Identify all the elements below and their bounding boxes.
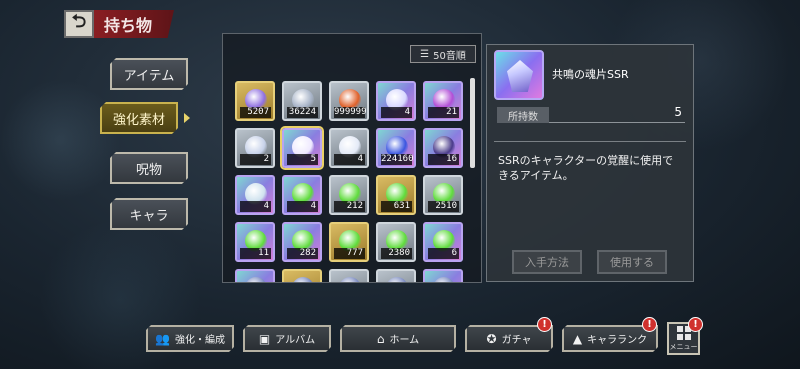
nav-home[interactable]: ⌂ ホーム (340, 325, 456, 352)
sort-button[interactable]: ☰ 50音順 (410, 45, 476, 63)
rank-notification-badge: ! (642, 317, 657, 332)
owned-underline (549, 122, 685, 123)
item-slot[interactable] (282, 269, 322, 282)
nav-label: ガチャ (501, 335, 532, 346)
rank-icon: ▲ (572, 331, 583, 346)
item-count: 11 (240, 248, 271, 259)
team-icon: 👥 (155, 331, 170, 346)
item-grid: 5207362249999994212542241602416442126312… (232, 78, 470, 282)
item-slot[interactable] (235, 269, 275, 282)
item-slot[interactable]: 4 (235, 175, 275, 215)
item-count: 212 (334, 201, 365, 212)
item-icon (433, 277, 455, 282)
item-slot[interactable]: 4 (329, 128, 369, 168)
item-slot[interactable]: 6 (423, 222, 463, 262)
nav-label: ホーム (389, 335, 420, 346)
active-tab-arrow-icon (184, 113, 190, 123)
item-count: 631 (381, 201, 412, 212)
item-slot[interactable] (423, 269, 463, 282)
item-slot[interactable]: 5 (280, 126, 324, 170)
item-count: 22416024 (381, 154, 414, 165)
item-slot[interactable]: 21 (423, 81, 463, 121)
item-count: 4 (334, 154, 365, 165)
item-count: 2380 (381, 248, 412, 259)
item-icon (386, 277, 408, 282)
sort-icon: ☰ (420, 48, 430, 60)
back-button[interactable]: ⮌ (64, 10, 94, 38)
detail-item-name: 共鳴の魂片SSR (552, 68, 629, 81)
obtain-method-button[interactable]: 入手方法 (512, 250, 582, 274)
item-count: 777 (334, 248, 365, 259)
item-count: 4 (287, 201, 318, 212)
item-slot[interactable]: 777 (329, 222, 369, 262)
item-count: 5 (287, 154, 318, 165)
item-count: 6 (428, 248, 459, 259)
item-slot[interactable]: 2380 (376, 222, 416, 262)
tab-enhance-materials[interactable]: 強化素材 (100, 102, 178, 134)
detail-description: SSRのキャラクターの覚醒に使用できるアイテム。 (498, 154, 674, 182)
sort-label: 50音順 (433, 50, 466, 62)
gacha-icon: ✪ (486, 331, 497, 346)
item-count: 36224 (287, 107, 318, 118)
back-arrow-icon: ⮌ (71, 11, 87, 32)
item-slot[interactable] (329, 269, 369, 282)
item-slot[interactable]: 212 (329, 175, 369, 215)
nav-enhance-formation[interactable]: 👥 強化・編成 (146, 325, 234, 352)
item-icon (339, 277, 361, 282)
detail-item-icon (494, 50, 544, 100)
nav-album[interactable]: ▣ アルバム (243, 325, 331, 352)
item-slot[interactable]: 22416024 (376, 128, 416, 168)
item-count: 2510 (428, 201, 459, 212)
detail-divider (494, 141, 686, 142)
item-count: 4 (381, 107, 412, 118)
item-slot[interactable]: 4 (376, 81, 416, 121)
use-button[interactable]: 使用する (597, 250, 667, 274)
nav-label: アルバム (275, 335, 316, 346)
album-icon: ▣ (258, 331, 271, 346)
item-count: 21 (428, 107, 459, 118)
owned-count: 5 (674, 105, 682, 119)
menu-notification-badge: ! (688, 317, 703, 332)
item-count: 16 (428, 154, 459, 165)
item-slot[interactable]: 11 (235, 222, 275, 262)
item-slot[interactable]: 4 (282, 175, 322, 215)
item-slot[interactable]: 999999 (329, 81, 369, 121)
nav-label: キャラランク (587, 335, 648, 346)
item-icon (245, 277, 267, 282)
tab-cursed-objects[interactable]: 呪物 (110, 152, 188, 184)
item-slot[interactable]: 5207 (235, 81, 275, 121)
owned-label: 所持数 (497, 107, 549, 123)
item-count: 4 (240, 201, 271, 212)
item-slot[interactable]: 16 (423, 128, 463, 168)
item-slot[interactable]: 631 (376, 175, 416, 215)
soul-shard-icon (507, 60, 533, 92)
menu-label: メニュー (669, 342, 698, 351)
item-slot[interactable]: 2510 (423, 175, 463, 215)
item-slot[interactable]: 2 (235, 128, 275, 168)
item-slot[interactable]: 282 (282, 222, 322, 262)
tab-characters[interactable]: キャラ (110, 198, 188, 230)
item-icon (292, 277, 314, 282)
tab-items[interactable]: アイテム (110, 58, 188, 90)
grid-scrollbar[interactable] (470, 78, 475, 168)
item-count: 282 (287, 248, 318, 259)
item-slot[interactable]: 36224 (282, 81, 322, 121)
item-slot[interactable] (376, 269, 416, 282)
item-count: 999999 (334, 107, 367, 118)
page-title: 持ち物 (94, 10, 174, 38)
home-icon: ⌂ (376, 331, 385, 346)
nav-label: 強化・編成 (174, 335, 225, 346)
item-count: 5207 (240, 107, 271, 118)
gacha-notification-badge: ! (537, 317, 552, 332)
item-count: 2 (240, 154, 271, 165)
